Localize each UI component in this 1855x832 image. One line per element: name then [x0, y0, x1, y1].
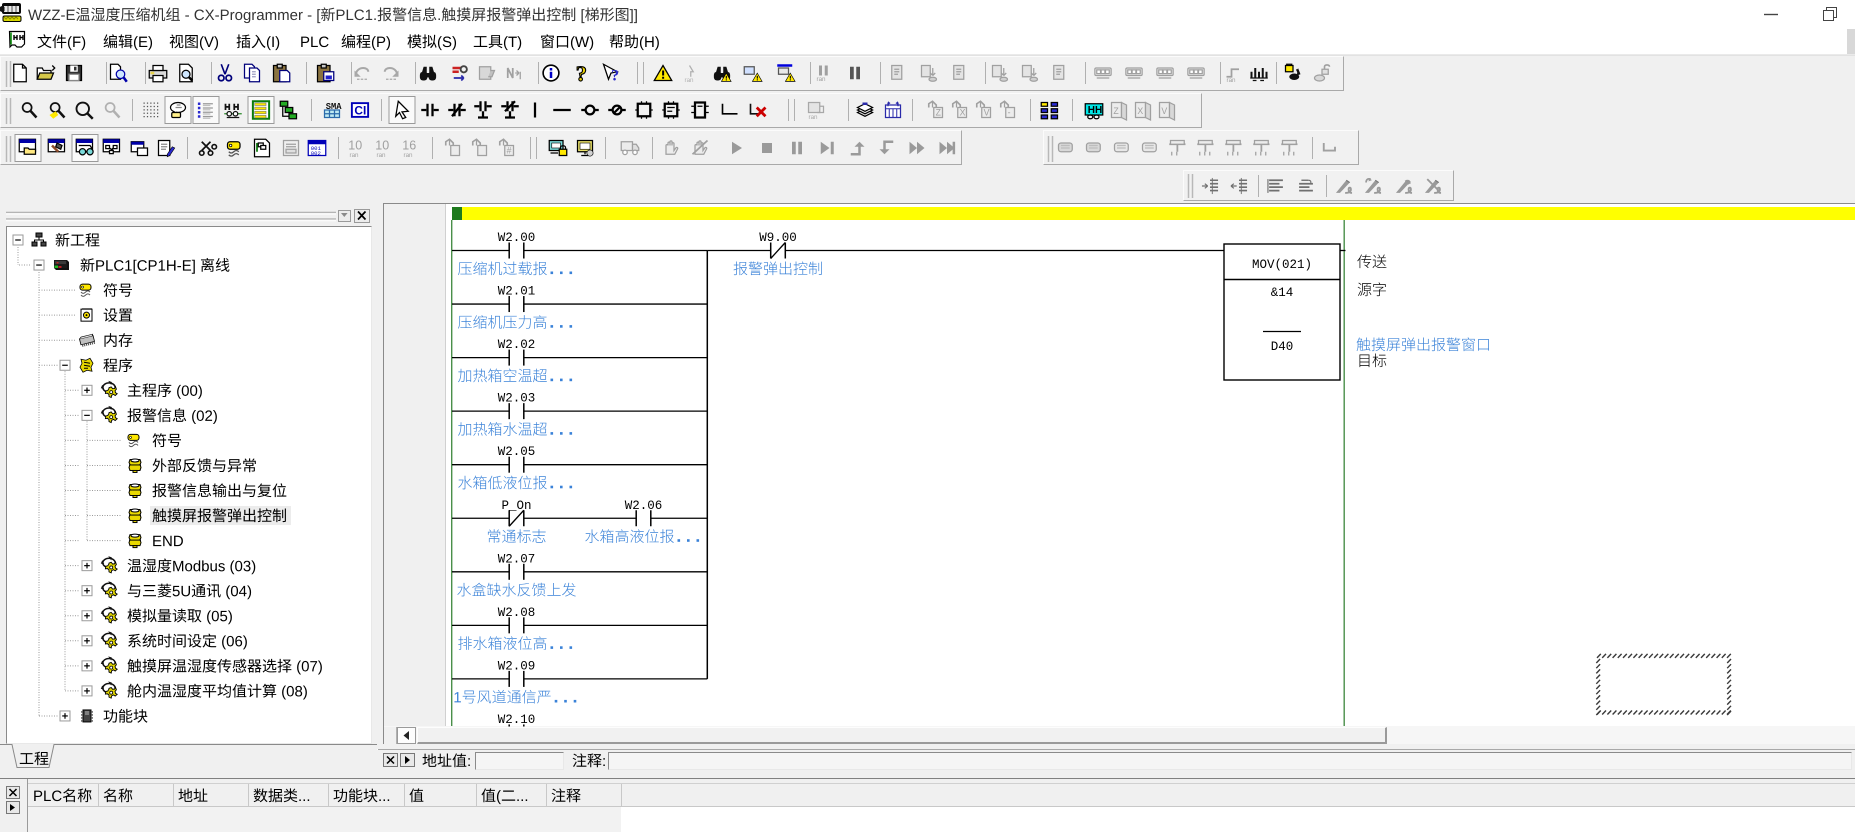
svg-text:10: 10: [348, 138, 362, 152]
svg-text:Z: Z: [1113, 106, 1119, 116]
svg-text:ran: ran: [685, 77, 695, 84]
svg-text:W2.01: W2.01: [498, 285, 536, 299]
svg-text:W2.08: W2.08: [498, 606, 536, 620]
svg-text:P_On: P_On: [501, 499, 531, 513]
svg-text:W2.07: W2.07: [498, 552, 536, 566]
svg-text:ran: ran: [404, 152, 414, 159]
svg-text:W2.06: W2.06: [625, 499, 663, 513]
svg-text:V: V: [984, 108, 990, 118]
svg-text:?: ?: [611, 67, 619, 85]
svg-text:ran: ran: [377, 152, 387, 159]
svg-text:&14: &14: [1271, 286, 1294, 300]
svg-text:ran: ran: [1227, 77, 1237, 84]
svg-text:V: V: [1161, 106, 1167, 116]
svg-text:ran: ran: [817, 76, 827, 83]
svg-text:D40: D40: [1271, 340, 1294, 354]
svg-text:-: -: [1008, 108, 1011, 118]
svg-text:?: ?: [576, 61, 587, 86]
svg-text:002: 002: [311, 150, 321, 157]
svg-text:X: X: [1137, 106, 1143, 116]
svg-text:Z: Z: [936, 108, 942, 118]
svg-text:ran: ran: [809, 114, 819, 121]
svg-text:ran: ran: [350, 152, 360, 159]
svg-text:CI: CI: [354, 103, 366, 117]
svg-text:W2.00: W2.00: [498, 231, 536, 245]
svg-text:W2.09: W2.09: [498, 659, 536, 673]
svg-text:W2.05: W2.05: [498, 445, 536, 459]
svg-text:10: 10: [375, 138, 389, 152]
svg-text:W9.00: W9.00: [759, 231, 797, 245]
svg-text:W2.10: W2.10: [498, 713, 536, 727]
svg-text:#: #: [507, 146, 512, 156]
svg-text:W2.03: W2.03: [498, 392, 536, 406]
svg-text:MOV(021): MOV(021): [1252, 258, 1312, 272]
svg-text:W2.02: W2.02: [498, 338, 536, 352]
svg-text:X: X: [960, 108, 966, 118]
svg-text:16: 16: [402, 138, 416, 152]
